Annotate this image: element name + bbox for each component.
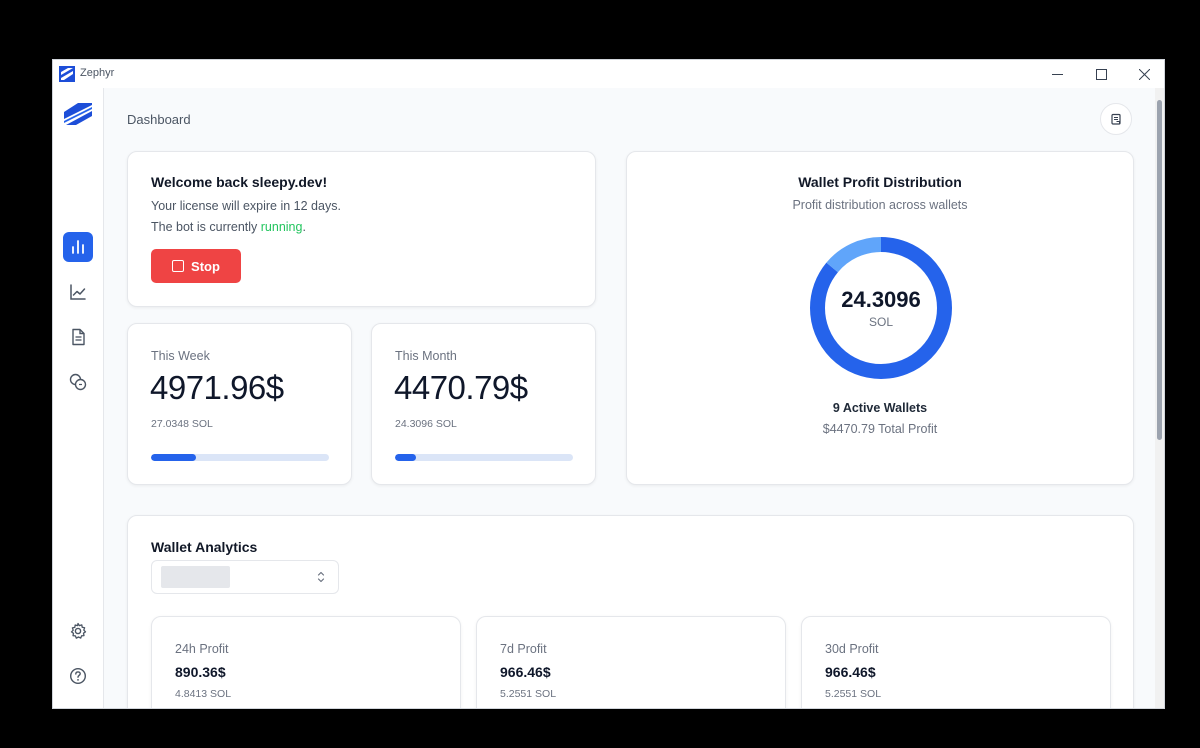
profit-7d-sol: 5.2551 SOL	[500, 688, 557, 700]
sidebar-item-logs[interactable]	[63, 322, 93, 352]
wallet-analytics-title: Wallet Analytics	[151, 539, 258, 555]
gear-icon	[70, 622, 87, 639]
this-week-sol: 27.0348 SOL	[151, 418, 213, 430]
maximize-button[interactable]	[1079, 60, 1123, 88]
notes-button[interactable]	[1100, 103, 1132, 135]
this-month-card: This Month 4470.79$ 24.3096 SOL	[371, 323, 596, 485]
total-profit: $4470.79 Total Profit	[822, 422, 938, 436]
donut-center: 24.3096 SOL	[808, 235, 954, 381]
license-text: Your license will expire in 12 days.	[151, 199, 341, 213]
profit-30d-card: 30d Profit 966.46$ 5.2551 SOL	[801, 616, 1111, 708]
bar-chart-icon	[72, 240, 84, 254]
this-week-progress-fill	[151, 454, 196, 461]
stop-button-label: Stop	[191, 258, 220, 274]
sidebar	[53, 88, 104, 708]
profit-24h-label: 24h Profit	[175, 642, 229, 656]
title-bar: Zephyr	[53, 60, 1164, 88]
zephyr-logo-icon	[59, 66, 75, 82]
sidebar-item-dashboard[interactable]	[63, 232, 93, 262]
profit-30d-sol: 5.2551 SOL	[825, 688, 882, 700]
chevron-up-down-icon	[317, 571, 325, 583]
profit-30d-label: 30d Profit	[825, 642, 879, 656]
profit-7d-value: 966.46$	[500, 664, 551, 680]
wallet-select-placeholder	[161, 566, 230, 588]
bot-status-prefix: The bot is currently	[151, 220, 261, 234]
bot-status-text: The bot is currently running.	[151, 220, 306, 234]
donut-center-unit: SOL	[868, 315, 893, 329]
active-wallets: 9 Active Wallets	[832, 401, 928, 415]
sidebar-item-settings[interactable]	[63, 616, 93, 646]
this-week-progress	[151, 454, 329, 461]
wallet-analytics-card: Wallet Analytics 24h Profit 890.36$ 4.84…	[127, 515, 1134, 708]
this-week-label: This Week	[151, 349, 210, 363]
stop-button[interactable]: Stop	[151, 249, 241, 283]
this-month-progress-fill	[395, 454, 417, 461]
document-icon	[72, 328, 85, 346]
this-week-value: 4971.96$	[150, 369, 284, 406]
bot-status-suffix: .	[302, 220, 306, 234]
profit-30d-value: 966.46$	[825, 664, 876, 680]
sidebar-item-analytics[interactable]	[63, 277, 93, 307]
zephyr-brand-icon	[64, 103, 92, 125]
this-month-sol: 24.3096 SOL	[395, 418, 457, 430]
clipboard-icon	[1111, 113, 1121, 125]
stop-icon	[172, 260, 185, 272]
this-month-progress	[395, 454, 573, 461]
main-content: Dashboard Welcome back sleepy.dev! Your …	[104, 88, 1157, 708]
welcome-card: Welcome back sleepy.dev! Your license wi…	[127, 151, 596, 307]
profit-24h-value: 890.36$	[175, 664, 226, 680]
bot-status-running: running	[260, 220, 303, 234]
sidebar-item-wallets[interactable]	[63, 367, 93, 397]
profit-7d-card: 7d Profit 966.46$ 5.2551 SOL	[476, 616, 786, 708]
help-icon	[69, 667, 87, 685]
sidebar-item-help[interactable]	[63, 661, 93, 691]
app-window: Zephyr Dashboard Welcome back sleepy.dev…	[52, 59, 1165, 709]
distribution-title: Wallet Profit Distribution	[798, 174, 962, 190]
close-button[interactable]	[1122, 60, 1164, 88]
welcome-title: Welcome back sleepy.dev!	[151, 174, 328, 190]
vertical-scrollbar[interactable]	[1155, 88, 1164, 708]
this-week-card: This Week 4971.96$ 27.0348 SOL	[127, 323, 352, 485]
donut-center-value: 24.3096	[841, 287, 921, 312]
profit-7d-label: 7d Profit	[500, 642, 547, 656]
profit-24h-card: 24h Profit 890.36$ 4.8413 SOL	[151, 616, 461, 708]
profit-distribution-card: Wallet Profit Distribution Profit distri…	[626, 151, 1134, 485]
minimize-button[interactable]	[1035, 60, 1079, 88]
breadcrumb: Dashboard	[127, 112, 191, 127]
wallet-select[interactable]	[151, 560, 339, 594]
scrollbar-thumb[interactable]	[1157, 100, 1162, 440]
coins-icon	[69, 373, 87, 391]
line-chart-icon	[70, 284, 86, 300]
distribution-subtitle: Profit distribution across wallets	[792, 198, 968, 212]
profit-24h-sol: 4.8413 SOL	[175, 688, 232, 700]
this-month-value: 4470.79$	[394, 369, 528, 406]
this-month-label: This Month	[395, 349, 457, 363]
window-title: Zephyr	[80, 67, 115, 79]
